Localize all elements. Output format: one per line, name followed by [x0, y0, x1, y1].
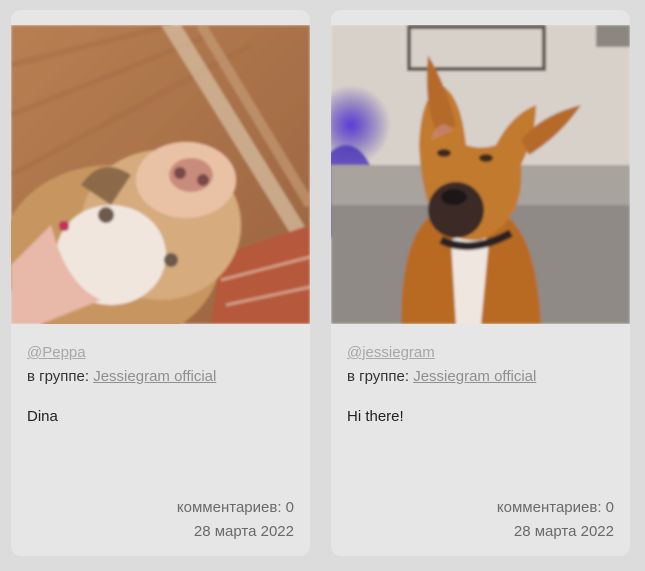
- group-link[interactable]: Jessiegram official: [413, 368, 536, 385]
- post-text: Dina: [27, 408, 58, 425]
- author-link[interactable]: @jessiegram: [347, 344, 435, 361]
- dog-photo-image: [11, 25, 310, 324]
- dog-photo-image: [331, 25, 630, 324]
- post-card: @Peppa в группе: Jessiegram official Din…: [11, 10, 310, 556]
- author-link[interactable]: @Peppa: [27, 344, 86, 361]
- comments-count[interactable]: комментариев: 0: [177, 499, 294, 516]
- group-prefix: в группе:: [27, 368, 90, 385]
- post-photo[interactable]: [331, 25, 630, 324]
- group-line: в группе: Jessiegram official: [27, 368, 216, 385]
- post-date: 28 марта 2022: [513, 523, 614, 540]
- post-card: @jessiegram в группе: Jessiegram officia…: [331, 10, 630, 556]
- post-text: Hi there!: [347, 408, 404, 425]
- post-photo[interactable]: [11, 25, 310, 324]
- group-line: в группе: Jessiegram official: [347, 368, 536, 385]
- post-date: 28 марта 2022: [193, 523, 294, 540]
- comments-count[interactable]: комментариев: 0: [497, 499, 614, 516]
- group-link[interactable]: Jessiegram official: [93, 368, 216, 385]
- group-prefix: в группе:: [347, 368, 410, 385]
